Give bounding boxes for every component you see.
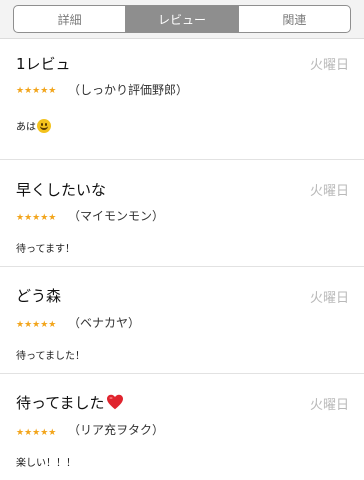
review-author: （リア充ヲタク） bbox=[68, 423, 165, 437]
rating-stars: ★★★★★ bbox=[16, 320, 57, 330]
review-author: （マイモンモン） bbox=[68, 209, 165, 223]
review-body: 待ってます！ bbox=[16, 244, 75, 255]
smile-emoji-icon bbox=[37, 118, 51, 133]
review-title: 早くしたいな bbox=[16, 181, 107, 199]
tab-reviews[interactable]: レビュー bbox=[125, 6, 238, 32]
review-body-text: あは bbox=[16, 122, 36, 133]
rating-stars: ★★★★★ bbox=[16, 213, 57, 223]
review-date: 火曜日 bbox=[309, 58, 349, 73]
review-item: どう森 火曜日 ★★★★★ （ベナカヤ） 待ってました！ bbox=[0, 267, 364, 374]
segmented-control: 詳細 レビュー 関連 bbox=[13, 5, 351, 33]
review-title: 1レビュ bbox=[16, 55, 71, 73]
review-author: （ベナカヤ） bbox=[68, 316, 141, 330]
review-item: 早くしたいな 火曜日 ★★★★★ （マイモンモン） 待ってます！ bbox=[0, 160, 364, 267]
tab-details[interactable]: 詳細 bbox=[14, 6, 125, 32]
review-body: あは bbox=[16, 118, 51, 133]
review-date: 火曜日 bbox=[309, 291, 349, 306]
review-date: 火曜日 bbox=[309, 398, 349, 413]
review-author: （しっかり評価野郎） bbox=[68, 83, 189, 97]
review-item: 待ってました 火曜日 ★★★★★ （リア充ヲタク） 楽しい！！！ bbox=[0, 374, 364, 480]
red-heart-icon bbox=[106, 394, 123, 410]
review-title: 待ってました bbox=[16, 392, 124, 413]
review-title-text: 待ってました bbox=[16, 394, 105, 412]
review-body: 待ってました！ bbox=[16, 351, 85, 362]
tab-bar: 詳細 レビュー 関連 bbox=[0, 0, 364, 39]
rating-stars: ★★★★★ bbox=[16, 428, 57, 438]
rating-stars: ★★★★★ bbox=[16, 86, 57, 96]
tab-related[interactable]: 関連 bbox=[237, 6, 350, 32]
review-title: どう森 bbox=[16, 287, 62, 305]
review-date: 火曜日 bbox=[309, 184, 349, 199]
review-item: 1レビュ 火曜日 ★★★★★ （しっかり評価野郎） あは bbox=[0, 39, 364, 160]
review-body: 楽しい！！！ bbox=[16, 458, 76, 469]
